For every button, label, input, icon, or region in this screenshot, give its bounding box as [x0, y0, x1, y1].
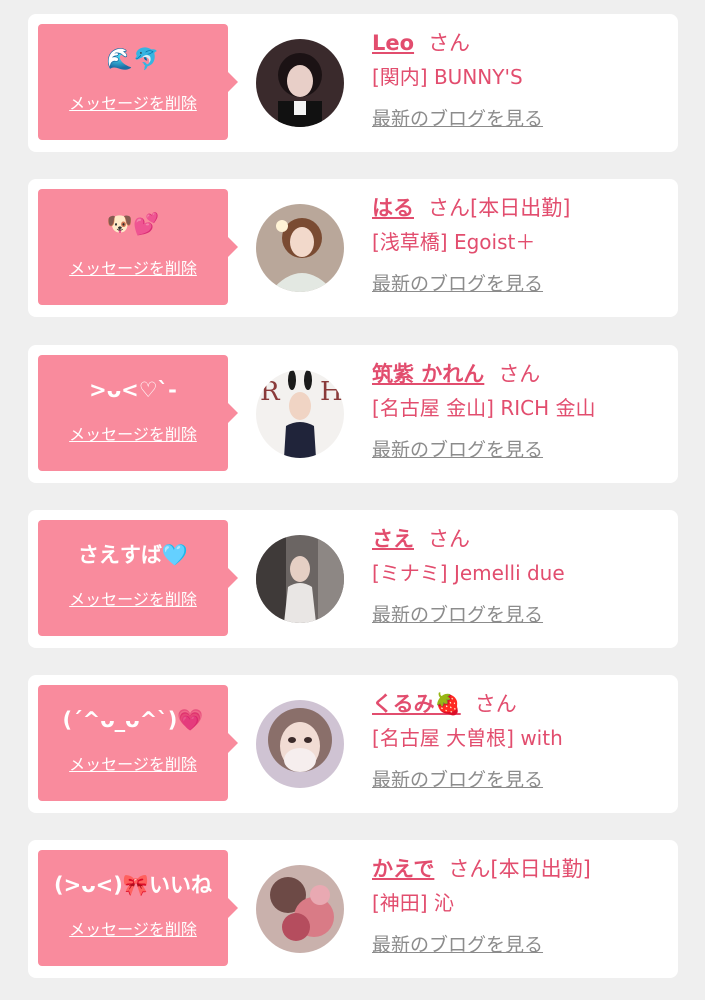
shop-name: [名古屋 大曽根] with — [372, 726, 563, 750]
cast-info: はる さん[本日出勤] [浅草橋] Egoist＋ 最新のブログを見る — [372, 191, 672, 296]
message-text: さえすば🩵 — [77, 543, 189, 567]
cast-info: 筑紫 かれん さん [名古屋 金山] RICH 金山 最新のブログを見る — [372, 357, 672, 462]
message-bubble: さえすば🩵 メッセージを削除 — [38, 520, 238, 636]
honorific: さん — [474, 692, 517, 716]
message-text: 🐶💕 — [106, 212, 160, 236]
delete-message-link[interactable]: メッセージを削除 — [38, 421, 228, 445]
profile-photo — [256, 204, 344, 292]
latest-blog-link[interactable]: 最新のブログを見る — [372, 104, 543, 131]
profile-photo — [256, 865, 344, 953]
cast-card: (>ᴗ<)🎀いいね メッセージを削除 かえで さん[本日出勤] [神田] 沁 最新… — [28, 840, 678, 978]
message-text: (>ᴗ<)🎀いいね — [54, 873, 212, 897]
delete-message-link[interactable]: メッセージを削除 — [38, 751, 228, 775]
cast-card: >ᴗ<♡`- メッセージを削除 R H 筑紫 かれん さん [名古屋 金山] RI… — [28, 345, 678, 483]
cast-card: (ˊ^ᴗ_ᴗ^ˋ)💗 メッセージを削除 くるみ🍓 さん [名古屋 大曽根] wit… — [28, 675, 678, 813]
profile-photo: R H — [256, 370, 344, 458]
delete-message-link[interactable]: メッセージを削除 — [38, 255, 228, 279]
avatar[interactable]: R H — [256, 370, 344, 458]
cast-name-link[interactable]: かえで — [372, 857, 434, 881]
shop-name: [ミナミ] Jemelli due — [372, 561, 565, 585]
latest-blog-link[interactable]: 最新のブログを見る — [372, 930, 543, 957]
message-bubble: (ˊ^ᴗ_ᴗ^ˋ)💗 メッセージを削除 — [38, 685, 238, 801]
cast-card: 🐶💕 メッセージを削除 はる さん[本日出勤] [浅草橋] Egoist＋ 最新の… — [28, 179, 678, 317]
svg-text:H: H — [320, 377, 343, 407]
shop-name: [名古屋 金山] RICH 金山 — [372, 396, 596, 420]
shop-name: [浅草橋] Egoist＋ — [372, 230, 536, 254]
attendance-status: [本日出勤] — [470, 196, 571, 220]
profile-photo — [256, 700, 344, 788]
message-text: (ˊ^ᴗ_ᴗ^ˋ)💗 — [62, 708, 204, 732]
honorific: さん — [448, 857, 491, 881]
favorite-cast-list: 🌊🐬 メッセージを削除 Leo さん [関内] BUNNY'S 最新のブログを見る… — [0, 0, 705, 1000]
honorific: さん — [428, 196, 470, 220]
profile-photo — [256, 39, 344, 127]
cast-info: さえ さん [ミナミ] Jemelli due 最新のブログを見る — [372, 522, 672, 627]
message-bubble: 🐶💕 メッセージを削除 — [38, 189, 238, 305]
cast-name-link[interactable]: 筑紫 かれん — [372, 362, 484, 386]
avatar[interactable] — [256, 204, 344, 292]
profile-photo — [256, 535, 344, 623]
shop-name: [神田] 沁 — [372, 891, 454, 915]
message-bubble: 🌊🐬 メッセージを削除 — [38, 24, 238, 140]
message-text: 🌊🐬 — [106, 47, 160, 71]
svg-text:R: R — [260, 377, 281, 407]
cast-name-link[interactable]: Leo — [372, 31, 414, 55]
latest-blog-link[interactable]: 最新のブログを見る — [372, 600, 543, 627]
avatar[interactable] — [256, 700, 344, 788]
honorific: さん — [428, 31, 471, 55]
cast-info: Leo さん [関内] BUNNY'S 最新のブログを見る — [372, 26, 672, 131]
latest-blog-link[interactable]: 最新のブログを見る — [372, 269, 543, 296]
message-bubble: >ᴗ<♡`- メッセージを削除 — [38, 355, 238, 471]
honorific: さん — [498, 362, 541, 386]
attendance-status: [本日出勤] — [490, 857, 591, 881]
cast-card: さえすば🩵 メッセージを削除 さえ さん [ミナミ] Jemelli due 最新… — [28, 510, 678, 648]
honorific: さん — [428, 527, 470, 551]
delete-message-link[interactable]: メッセージを削除 — [38, 586, 228, 610]
cast-info: かえで さん[本日出勤] [神田] 沁 最新のブログを見る — [372, 852, 672, 957]
avatar[interactable] — [256, 535, 344, 623]
delete-message-link[interactable]: メッセージを削除 — [38, 916, 228, 940]
cast-info: くるみ🍓 さん [名古屋 大曽根] with 最新のブログを見る — [372, 687, 672, 792]
avatar[interactable] — [256, 865, 344, 953]
cast-name-link[interactable]: はる — [372, 196, 414, 220]
message-text: >ᴗ<♡`- — [89, 378, 177, 402]
message-bubble: (>ᴗ<)🎀いいね メッセージを削除 — [38, 850, 238, 966]
cast-card: 🌊🐬 メッセージを削除 Leo さん [関内] BUNNY'S 最新のブログを見る — [28, 14, 678, 152]
cast-name-link[interactable]: くるみ🍓 — [372, 692, 461, 716]
latest-blog-link[interactable]: 最新のブログを見る — [372, 435, 543, 462]
delete-message-link[interactable]: メッセージを削除 — [38, 90, 228, 114]
latest-blog-link[interactable]: 最新のブログを見る — [372, 765, 543, 792]
avatar[interactable] — [256, 39, 344, 127]
cast-name-link[interactable]: さえ — [372, 527, 414, 551]
shop-name: [関内] BUNNY'S — [372, 65, 523, 89]
